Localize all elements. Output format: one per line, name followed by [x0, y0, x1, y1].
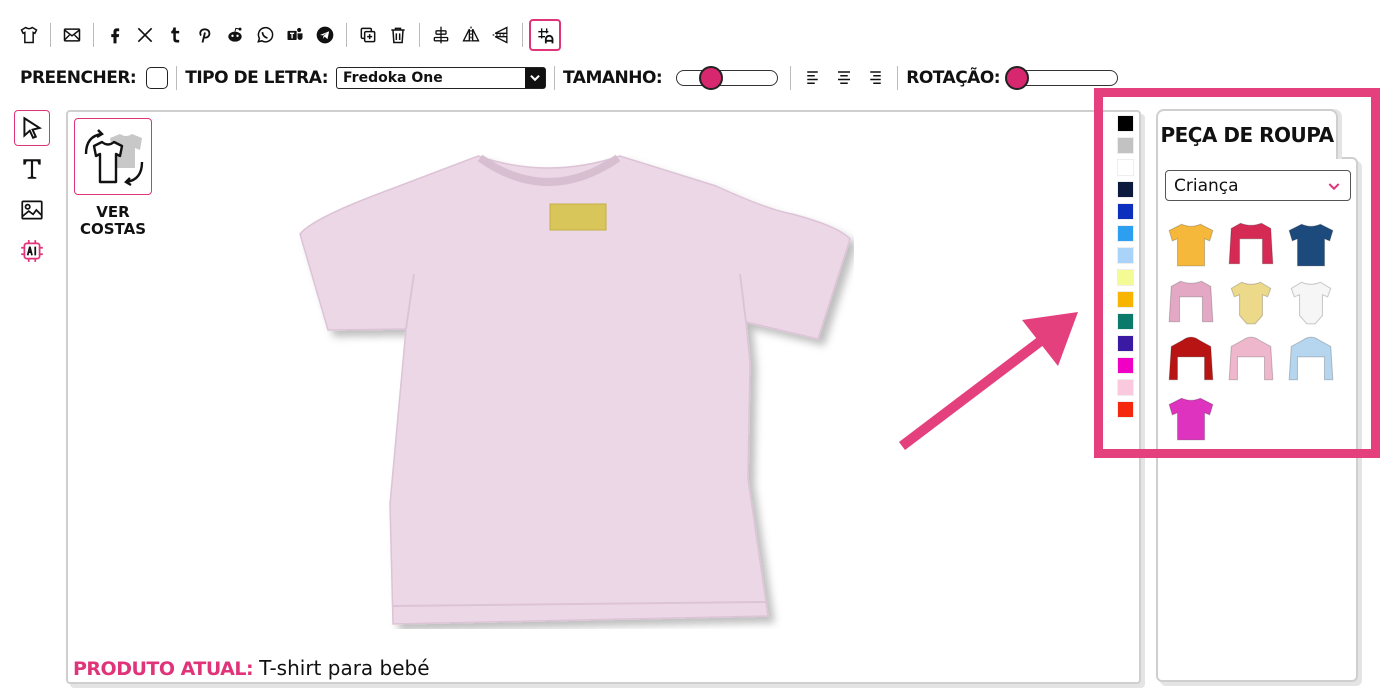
color-swatch[interactable] — [1117, 401, 1134, 418]
color-swatches — [1117, 115, 1135, 423]
trash-icon[interactable] — [383, 20, 413, 50]
view-back-label: VER COSTAS — [79, 203, 147, 238]
color-swatch[interactable] — [1117, 357, 1134, 374]
font-label: TIPO DE LETRA: — [185, 68, 329, 88]
clothing-item-red-hoodie[interactable] — [1162, 331, 1220, 389]
current-product-label: PRODUTO ATUAL: — [73, 658, 254, 680]
separator — [176, 66, 178, 90]
reddit-icon[interactable] — [220, 20, 250, 50]
rotation-slider-thumb[interactable] — [1005, 66, 1030, 90]
clothing-item-magenta-tshirt[interactable] — [1162, 389, 1220, 447]
flip-shirt-icon — [84, 128, 144, 186]
chevron-down-icon — [525, 68, 546, 88]
annotation-arrow — [898, 312, 1078, 450]
tab-clothing-piece[interactable]: PEÇA DE ROUPA — [1156, 109, 1338, 159]
facebook-icon[interactable] — [100, 20, 130, 50]
clothing-item-pink-longsleeve[interactable] — [1162, 273, 1220, 331]
image-icon[interactable] — [14, 192, 50, 228]
align-center-vertical-icon[interactable] — [426, 20, 456, 50]
color-swatch[interactable] — [1117, 269, 1134, 286]
color-swatch[interactable] — [1117, 247, 1134, 264]
color-swatch[interactable] — [1117, 203, 1134, 220]
align-left-icon[interactable] — [799, 64, 829, 92]
clothing-grid — [1162, 215, 1352, 447]
clothing-item-yellow-bodysuit[interactable] — [1222, 273, 1280, 331]
teams-icon[interactable] — [280, 20, 310, 50]
separator — [522, 23, 523, 47]
category-select-value: Criança — [1174, 175, 1239, 196]
flip-horizontal-icon[interactable] — [456, 20, 486, 50]
color-swatch[interactable] — [1117, 379, 1134, 396]
separator — [554, 66, 556, 90]
text-toolbar: PREENCHER: TIPO DE LETRA: Fredoka One TA… — [20, 64, 1119, 92]
ai-icon[interactable] — [14, 233, 50, 269]
current-product-value: T-shirt para bebé — [259, 656, 430, 680]
separator — [897, 66, 899, 90]
pointer-icon[interactable] — [14, 110, 50, 146]
copy-icon[interactable] — [353, 20, 383, 50]
color-swatch[interactable] — [1117, 313, 1134, 330]
tshirt-icon[interactable] — [14, 20, 44, 50]
separator — [93, 23, 94, 47]
size-slider[interactable] — [676, 66, 779, 90]
rotation-label: ROTAÇÃO: — [906, 68, 1001, 88]
separator — [50, 23, 51, 47]
clothing-panel: Criança — [1156, 157, 1358, 682]
telegram-icon[interactable] — [310, 20, 340, 50]
current-product: PRODUTO ATUAL: T-shirt para bebé — [73, 656, 430, 680]
color-swatch[interactable] — [1117, 137, 1134, 154]
align-center-icon[interactable] — [829, 64, 859, 92]
rotation-slider[interactable] — [1005, 66, 1119, 90]
text-icon[interactable] — [14, 151, 50, 187]
pinterest-icon[interactable] — [190, 20, 220, 50]
separator — [790, 66, 792, 90]
separator — [419, 23, 420, 47]
clothing-item-pink-hoodie[interactable] — [1222, 331, 1280, 389]
clothing-item-white-bodysuit[interactable] — [1282, 273, 1340, 331]
fill-color-box[interactable] — [146, 67, 169, 89]
clothing-item-varsity-jacket[interactable] — [1222, 215, 1280, 273]
color-swatch[interactable] — [1117, 335, 1134, 352]
grid-snap-icon[interactable] — [529, 19, 561, 51]
share-toolbar — [14, 19, 561, 51]
clothing-item-yellow-tshirt[interactable] — [1162, 215, 1220, 273]
font-select-value: Fredoka One — [343, 70, 443, 86]
flip-vertical-icon[interactable] — [486, 20, 516, 50]
color-swatch[interactable] — [1117, 225, 1134, 242]
left-toolbar — [14, 110, 50, 274]
size-label: TAMANHO: — [563, 68, 663, 88]
align-right-icon[interactable] — [859, 64, 889, 92]
view-back-button[interactable] — [74, 118, 152, 195]
color-swatch[interactable] — [1117, 159, 1134, 176]
tumblr-icon[interactable] — [160, 20, 190, 50]
font-select[interactable]: Fredoka One — [336, 67, 547, 89]
category-select[interactable]: Criança — [1165, 170, 1351, 201]
x-icon[interactable] — [130, 20, 160, 50]
clothing-item-navy-tshirt[interactable] — [1282, 215, 1340, 273]
product-tshirt-image — [299, 154, 851, 625]
color-swatch[interactable] — [1117, 115, 1134, 132]
chevron-down-icon — [1328, 182, 1340, 190]
color-swatch[interactable] — [1117, 291, 1134, 308]
mail-icon[interactable] — [57, 20, 87, 50]
clothing-item-lightblue-hoodie[interactable] — [1282, 331, 1340, 389]
fill-label: PREENCHER: — [20, 68, 137, 88]
size-slider-thumb[interactable] — [698, 66, 723, 90]
whatsapp-icon[interactable] — [250, 20, 280, 50]
color-swatch[interactable] — [1117, 181, 1134, 198]
separator — [346, 23, 347, 47]
